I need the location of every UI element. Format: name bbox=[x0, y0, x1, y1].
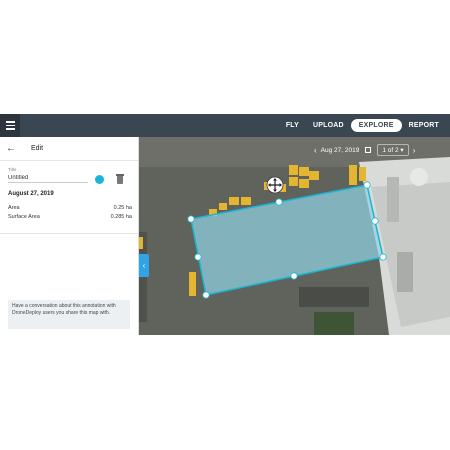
aerial-map[interactable] bbox=[139, 137, 450, 335]
metric-area: Area 0.25 ha bbox=[8, 205, 132, 211]
metric-label: Surface Area bbox=[8, 214, 40, 220]
annotation-date: August 27, 2019 bbox=[8, 191, 54, 197]
chevron-left-icon[interactable]: ‹ bbox=[310, 146, 321, 155]
title-field[interactable] bbox=[8, 173, 88, 183]
app-frame: FLY UPLOAD EXPLORE REPORT ← Edit Title A… bbox=[0, 114, 450, 335]
map-view[interactable] bbox=[139, 137, 450, 335]
top-bar: FLY UPLOAD EXPLORE REPORT bbox=[0, 114, 450, 137]
metric-label: Area bbox=[8, 205, 20, 211]
nav-explore[interactable]: EXPLORE bbox=[350, 119, 402, 132]
chevron-down-icon: ▾ bbox=[398, 147, 404, 154]
calendar-icon[interactable] bbox=[365, 147, 372, 153]
metric-value: 0.25 ha bbox=[113, 205, 132, 211]
metric-surface-area: Surface Area 0.285 ha bbox=[8, 214, 132, 220]
map-date[interactable]: Aug 27, 2019 bbox=[321, 147, 360, 154]
metric-value: 0.285 ha bbox=[110, 214, 132, 220]
chevron-left-icon[interactable]: ‹ bbox=[139, 254, 149, 277]
move-icon[interactable] bbox=[266, 176, 284, 194]
color-picker[interactable] bbox=[95, 175, 104, 184]
chevron-right-icon[interactable]: › bbox=[409, 146, 420, 155]
nav-fly[interactable]: FLY bbox=[279, 122, 306, 129]
main-nav: FLY UPLOAD EXPLORE REPORT bbox=[279, 114, 446, 137]
hamburger-icon[interactable] bbox=[0, 114, 20, 137]
panel-header: ← Edit bbox=[0, 137, 138, 161]
conversation-prompt[interactable]: Have a conversation about this annotatio… bbox=[8, 300, 130, 329]
back-arrow-icon[interactable]: ← bbox=[6, 143, 20, 154]
divider bbox=[0, 233, 138, 234]
page-selector[interactable]: 1 of 2 ▾ bbox=[377, 144, 409, 156]
nav-upload[interactable]: UPLOAD bbox=[306, 122, 351, 129]
trash-icon[interactable] bbox=[116, 174, 124, 184]
nav-report[interactable]: REPORT bbox=[402, 122, 446, 129]
panel-title: Edit bbox=[31, 145, 44, 152]
date-selector: ‹ Aug 27, 2019 1 of 2 ▾ › bbox=[310, 143, 419, 157]
page-indicator: 1 of 2 bbox=[382, 146, 399, 154]
edit-panel: ← Edit Title August 27, 2019 Area 0.25 h… bbox=[0, 137, 139, 335]
title-label: Title bbox=[8, 167, 17, 172]
